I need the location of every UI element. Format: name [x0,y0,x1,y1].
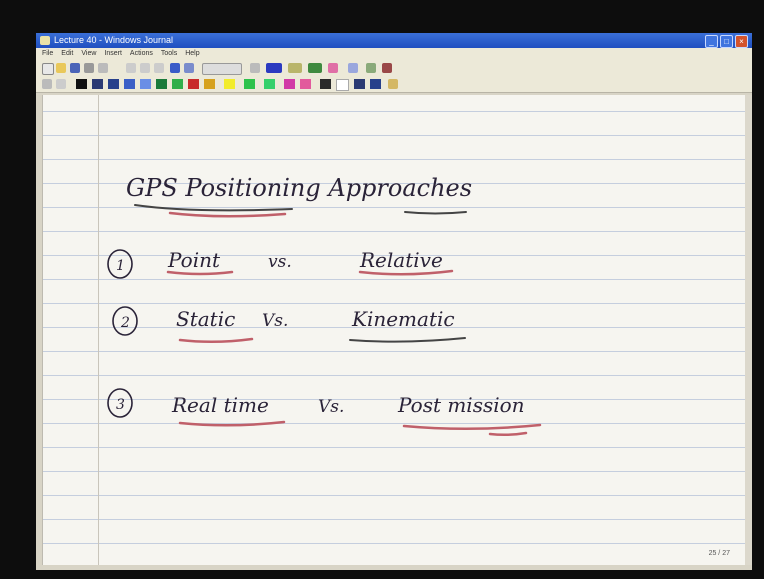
title-underline [404,211,467,215]
item-underline [349,337,466,343]
item-underline [402,423,542,430]
item-vs: vs. [268,252,292,272]
item-underline [178,420,286,427]
item-number: 2 [120,315,130,331]
item-right: Relative [359,248,443,272]
title-underline-highlight [168,211,287,218]
handwritten-notes: GPS Positioning Approaches 1 Point vs. R… [107,174,542,437]
item-vs: Vs. [262,311,288,331]
title-underline [134,204,293,212]
note-title: GPS Positioning Approaches [126,174,472,202]
item-vs: Vs. [318,397,344,417]
item-underline [488,431,528,437]
item-right: Post mission [397,393,525,417]
item-right: Kinematic [351,307,455,331]
item-left: Static [176,307,235,331]
item-underline [166,270,234,276]
item-left: Real time [171,393,269,417]
item-left: Point [167,248,221,272]
item-number: 3 [116,397,125,413]
item-number: 1 [116,258,125,274]
item-underline [178,337,254,344]
